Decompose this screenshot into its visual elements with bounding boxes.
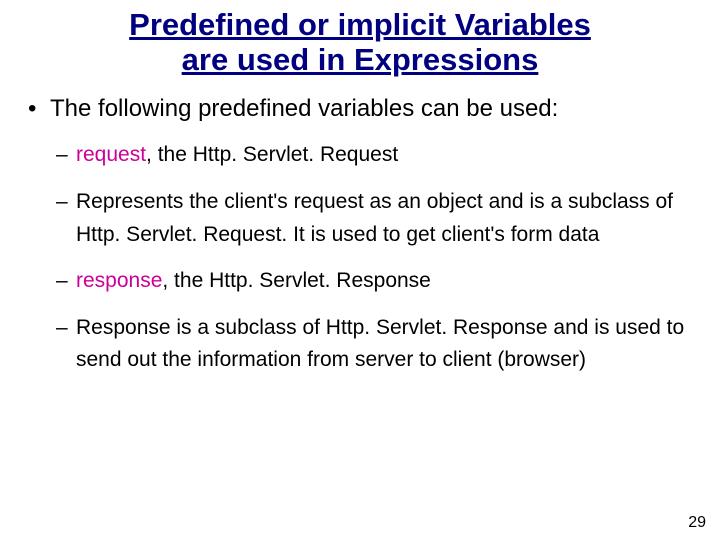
keyword-response: response [76, 269, 162, 292]
keyword-request: request [76, 143, 146, 166]
text-after-response: , the Http. Servlet. Response [162, 269, 430, 292]
slide: Predefined or implicit Variables are use… [0, 0, 720, 540]
slide-body: The following predefined variables can b… [0, 77, 720, 376]
title-line-1: Predefined or implicit Variables [129, 7, 591, 42]
bullet-level2-response: response, the Http. Servlet. Response [28, 265, 692, 298]
bullet-level2-request: request, the Http. Servlet. Request [28, 139, 692, 172]
bullet-level2-response-desc: Response is a subclass of Http. Servlet.… [28, 312, 692, 377]
text-after-request: , the Http. Servlet. Request [146, 143, 398, 166]
bullet-level2-request-desc: Represents the client's request as an ob… [28, 186, 692, 251]
bullet-level1: The following predefined variables can b… [28, 95, 692, 123]
title-line-2: are used in Expressions [182, 42, 539, 77]
text-response-desc: Response is a subclass of Http. Servlet.… [76, 316, 684, 372]
page-number: 29 [688, 514, 706, 532]
text-request-desc: Represents the client's request as an ob… [76, 190, 673, 246]
slide-title: Predefined or implicit Variables are use… [0, 0, 720, 77]
l1-text: The following predefined variables can b… [50, 95, 558, 122]
